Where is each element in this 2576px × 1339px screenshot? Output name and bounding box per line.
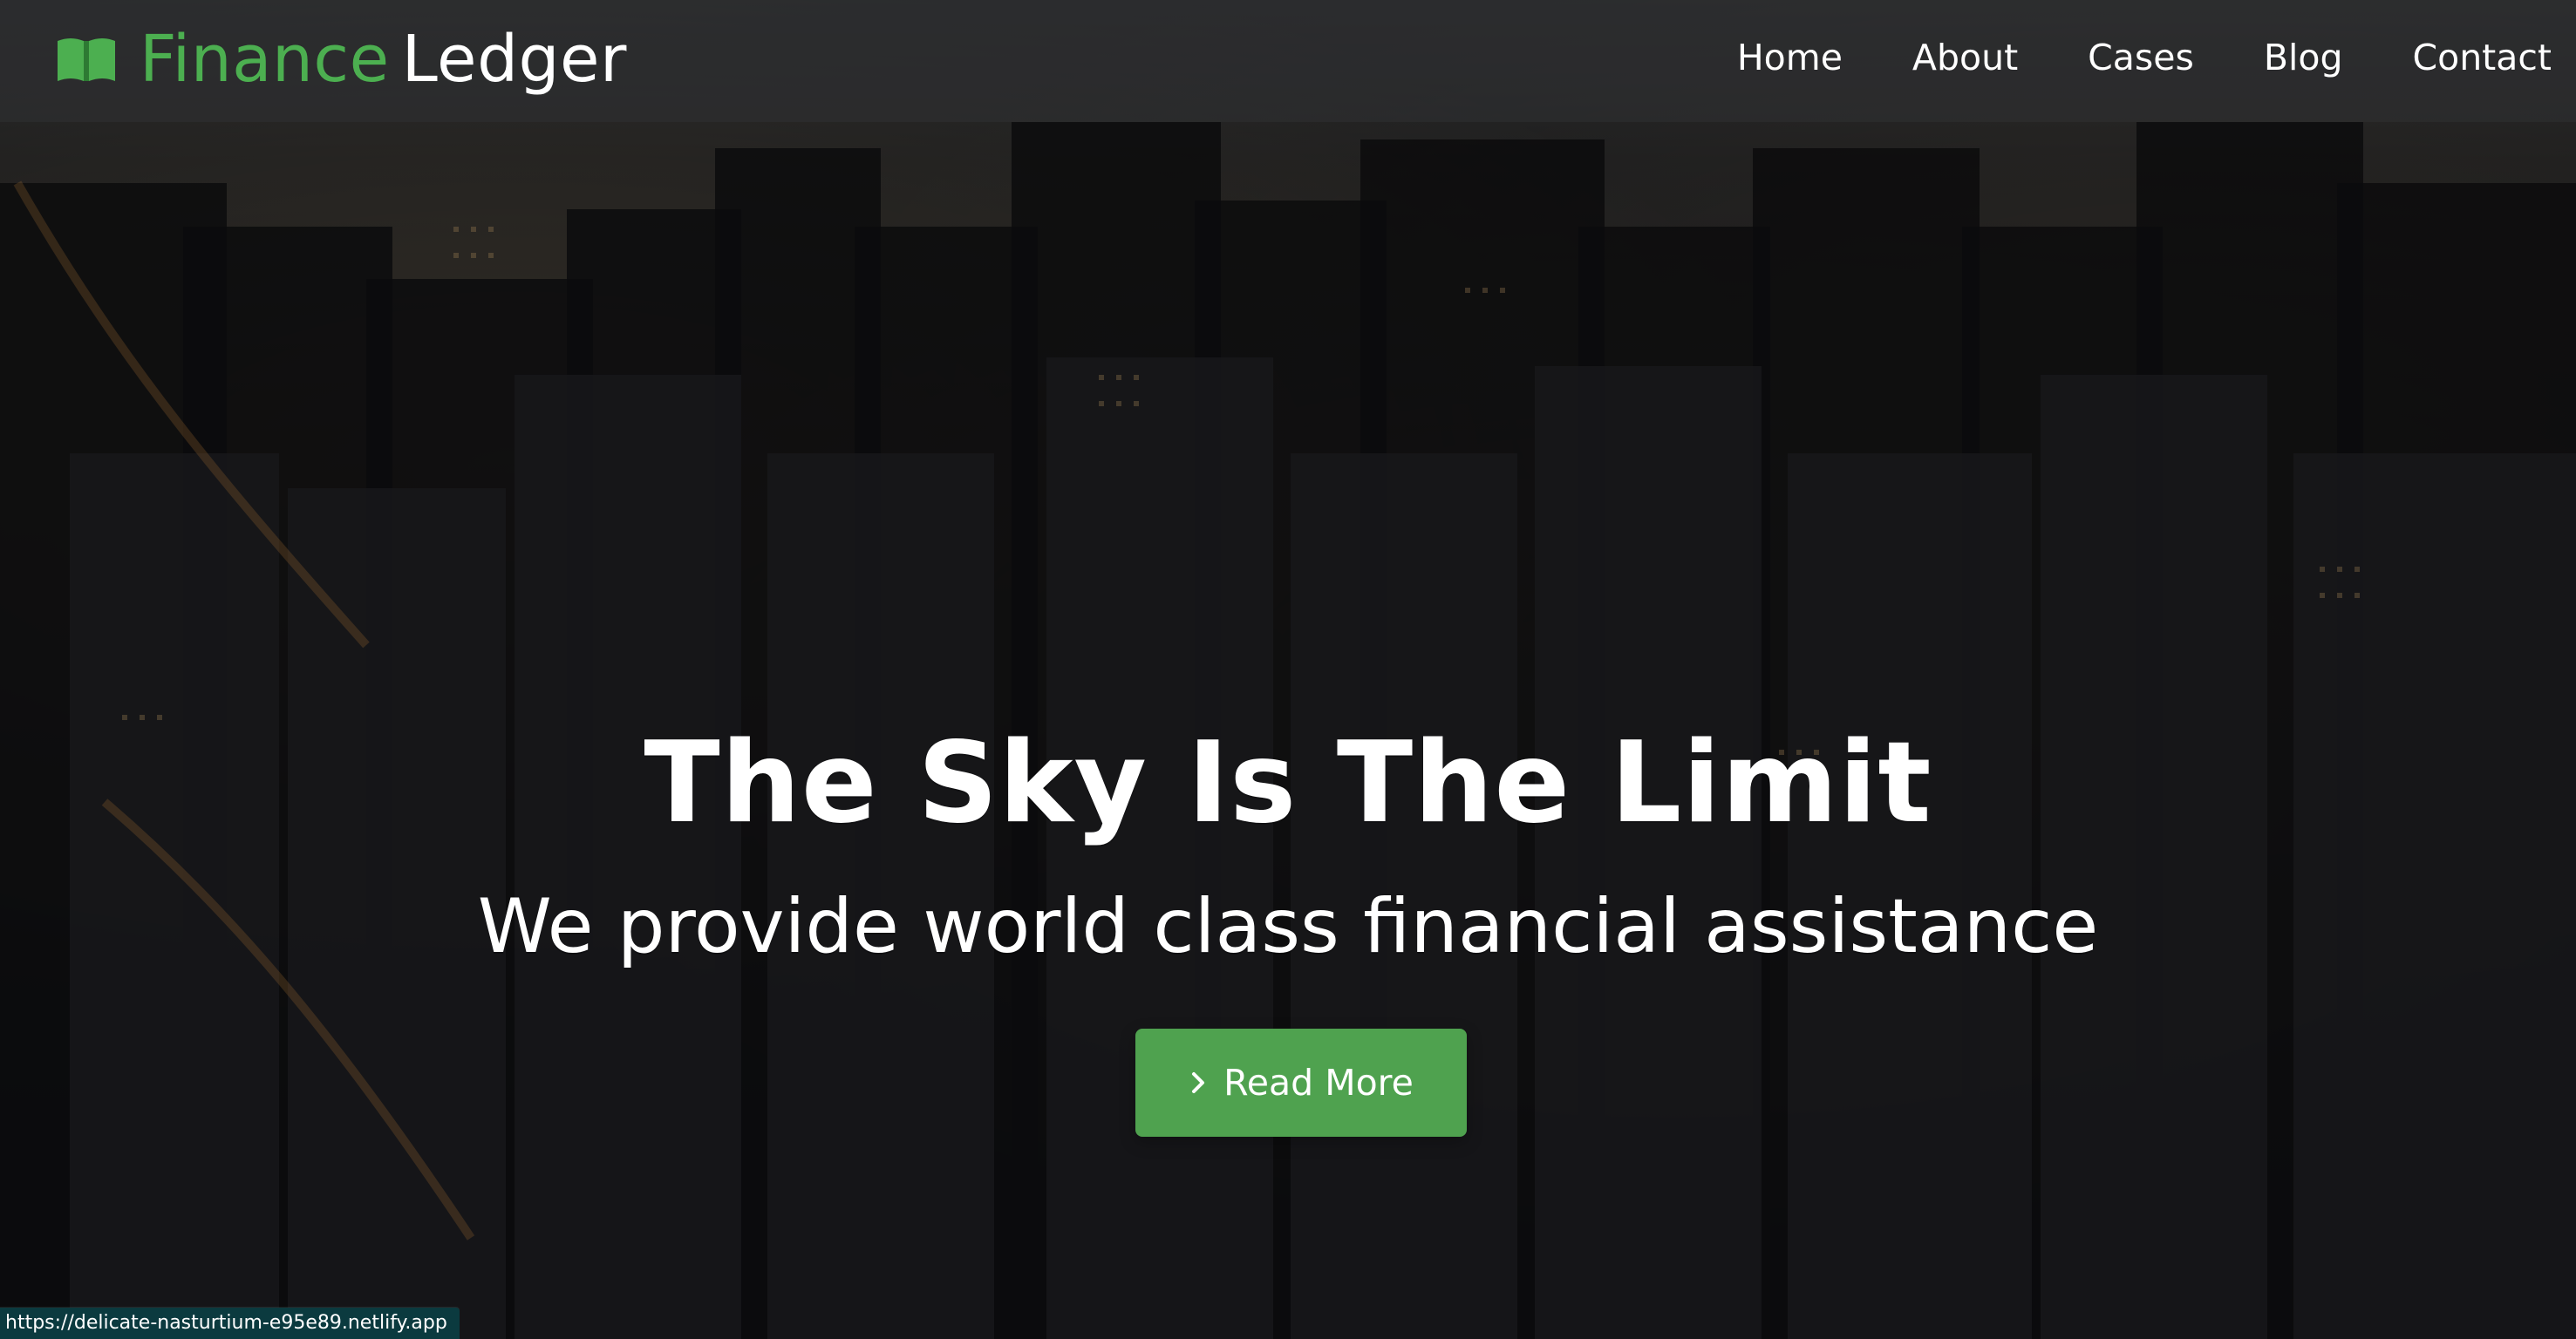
landing-page: Finance Ledger Home About Cases Blog Cont… [0,0,2576,1339]
nav-home[interactable]: Home [1737,40,1843,76]
book-icon [52,32,120,86]
hero-subtitle: We provide world class financial assista… [477,883,2099,970]
brand-finance-word: Finance [140,22,390,97]
nav-about[interactable]: About [1912,40,2018,76]
hero-title: The Sky Is The Limit [644,718,1932,848]
main-nav: Home About Cases Blog Contact [1737,40,2552,76]
read-more-button[interactable]: Read More [1135,1029,1467,1137]
nav-blog[interactable]: Blog [2264,40,2343,76]
read-more-label: Read More [1223,1061,1414,1104]
brand-text: Finance Ledger [140,27,627,92]
nav-cases[interactable]: Cases [2088,40,2194,76]
site-header: Finance Ledger Home About Cases Blog Cont… [0,0,2576,131]
brand-logo-link[interactable]: Finance Ledger [52,19,627,99]
chevron-right-icon [1189,1071,1208,1095]
nav-contact[interactable]: Contact [2412,40,2552,76]
hero-section: The Sky Is The Limit We provide world cl… [0,680,2576,1220]
brand-ledger-word: Ledger [401,22,627,97]
hovered-link-url: https://delicate-nasturtium-e95e89.netli… [0,1308,460,1339]
